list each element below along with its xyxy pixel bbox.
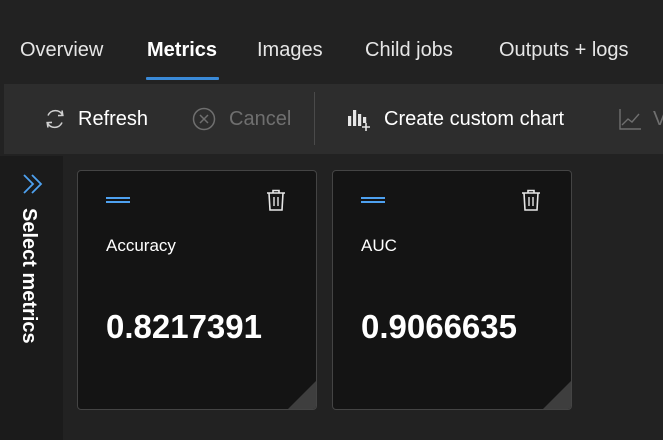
trash-icon[interactable] [520, 188, 542, 212]
refresh-label: Refresh [78, 108, 149, 130]
tab-overview[interactable]: Overview [20, 38, 103, 62]
toolbar-divider [314, 92, 315, 145]
metric-card-accuracy: Accuracy 0.8217391 [77, 170, 317, 410]
tab-images[interactable]: Images [257, 38, 323, 62]
toolbar: Refresh Cancel Create custom chart V [4, 84, 663, 154]
tab-metrics[interactable]: Metrics [147, 38, 217, 62]
double-chevron-right-icon[interactable] [21, 172, 45, 196]
view-button[interactable]: V [617, 84, 663, 154]
metric-name: AUC [361, 236, 397, 255]
select-metrics-label[interactable]: Select metrics [16, 208, 42, 358]
create-custom-chart-button[interactable]: Create custom chart [346, 84, 564, 154]
metric-value: 0.9066635 [361, 308, 517, 345]
tab-bar: Overview Metrics Images Child jobs Outpu… [0, 0, 663, 82]
add-chart-icon [348, 110, 370, 131]
drag-handle-icon[interactable] [106, 197, 130, 203]
cancel-label: Cancel [229, 108, 292, 130]
refresh-button[interactable]: Refresh [42, 84, 148, 154]
refresh-icon [46, 109, 64, 129]
line-chart-icon [619, 109, 641, 130]
metric-value: 0.8217391 [106, 308, 262, 345]
metric-name: Accuracy [106, 236, 176, 255]
trash-icon[interactable] [265, 188, 287, 212]
metrics-page: Overview Metrics Images Child jobs Outpu… [0, 0, 663, 440]
cancel-button[interactable]: Cancel [191, 84, 291, 154]
view-label: V [653, 108, 663, 130]
tab-child-jobs[interactable]: Child jobs [365, 38, 453, 62]
create-custom-chart-label: Create custom chart [384, 108, 565, 130]
active-tab-indicator [146, 77, 219, 80]
drag-handle-icon[interactable] [361, 197, 385, 203]
tab-outputs-logs[interactable]: Outputs + logs [499, 38, 629, 62]
resize-handle[interactable] [288, 381, 316, 409]
resize-handle[interactable] [543, 381, 571, 409]
cancel-icon [192, 107, 216, 131]
metric-card-auc: AUC 0.9066635 [332, 170, 572, 410]
